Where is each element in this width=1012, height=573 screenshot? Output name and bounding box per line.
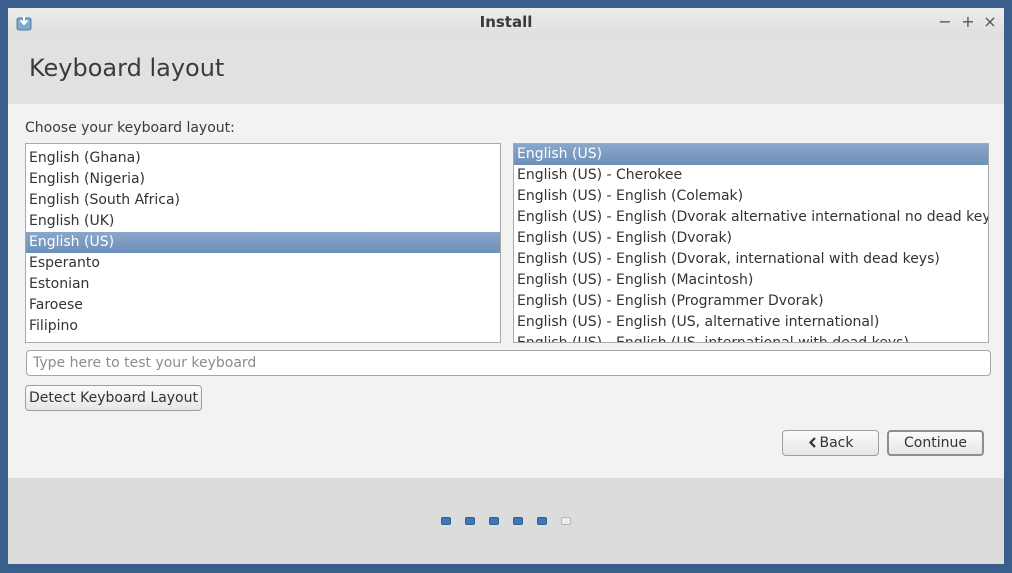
list-item[interactable]: English (US)	[26, 232, 500, 253]
progress-step-dot	[537, 517, 547, 525]
list-item[interactable]: English (US) - English (Dvorak, internat…	[514, 249, 988, 270]
installer-window: Install − + × Keyboard layout Choose you…	[8, 8, 1004, 564]
list-item[interactable]: English (US) - English (Programmer Dvora…	[514, 291, 988, 312]
list-item[interactable]: Esperanto	[26, 253, 500, 274]
list-item[interactable]: English (US) - English (US, internationa…	[514, 333, 988, 342]
list-item[interactable]: English (South Africa)	[26, 190, 500, 211]
variant-list[interactable]: English (US) English (US) - Cherokee Engli…	[513, 143, 989, 343]
continue-button[interactable]: Continue	[887, 430, 984, 456]
page-header: Keyboard layout	[8, 38, 1004, 104]
progress-step-dot	[441, 517, 451, 525]
keyboard-test-input[interactable]	[26, 350, 991, 376]
list-item[interactable]: English (UK)	[26, 211, 500, 232]
list-item-partial	[26, 144, 500, 147]
close-icon[interactable]: ×	[981, 13, 999, 31]
title-bar[interactable]: Install − + ×	[8, 8, 1004, 38]
layout-prompt: Choose your keyboard layout:	[25, 120, 235, 136]
list-item[interactable]: English (Ghana)	[26, 148, 500, 169]
list-item[interactable]: English (US) - English (Macintosh)	[514, 270, 988, 291]
detect-layout-button[interactable]: Detect Keyboard Layout	[25, 385, 202, 411]
progress-step-dot	[489, 517, 499, 525]
back-button[interactable]: Back	[782, 430, 879, 456]
list-item[interactable]: English (US) - English (Dvorak alternati…	[514, 207, 988, 228]
progress-step-dot	[465, 517, 475, 525]
progress-step-dot	[561, 517, 571, 525]
back-label: Back	[819, 435, 854, 451]
list-item[interactable]: English (US) - Cherokee	[514, 165, 988, 186]
list-item[interactable]: English (US)	[514, 144, 988, 165]
maximize-icon[interactable]: +	[959, 13, 977, 31]
window-title: Install	[479, 13, 533, 31]
list-item[interactable]: English (US) - English (Dvorak)	[514, 228, 988, 249]
list-item[interactable]: English (US) - English (US, alternative …	[514, 312, 988, 333]
list-item[interactable]: Estonian	[26, 274, 500, 295]
list-item[interactable]: Faroese	[26, 295, 500, 316]
progress-step-dot	[513, 517, 523, 525]
list-item[interactable]: Filipino	[26, 316, 500, 337]
chevron-left-icon	[808, 437, 816, 448]
progress-footer	[8, 478, 1004, 564]
minimize-icon[interactable]: −	[936, 13, 954, 31]
page-title: Keyboard layout	[29, 54, 225, 82]
layout-list[interactable]: English (Ghana) English (Nigeria) English …	[25, 143, 501, 343]
list-item[interactable]: English (Nigeria)	[26, 169, 500, 190]
list-item[interactable]: English (US) - English (Colemak)	[514, 186, 988, 207]
